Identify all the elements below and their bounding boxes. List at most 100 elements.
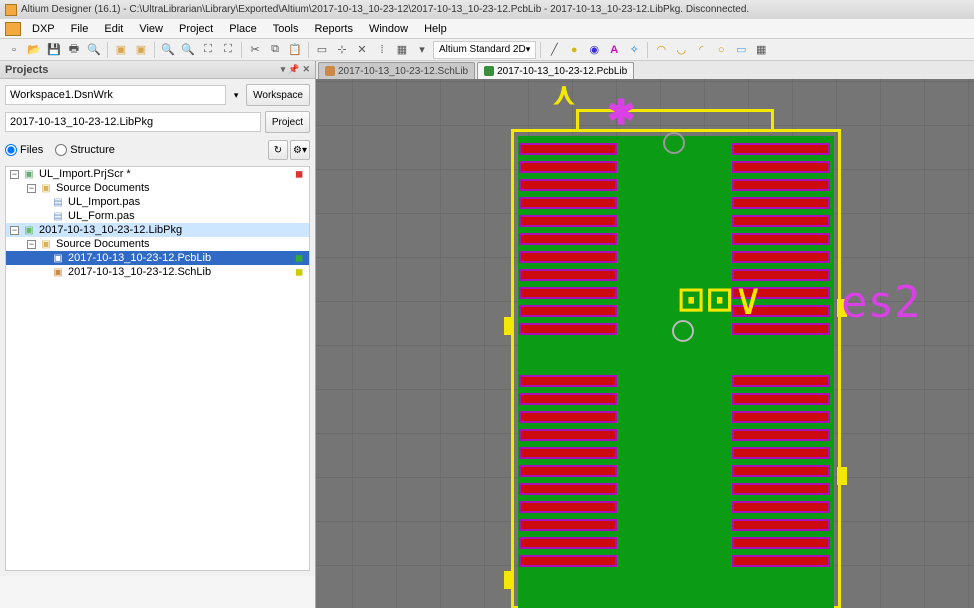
structure-radio[interactable]: Structure [55,144,115,156]
new-icon[interactable]: ▫ [5,41,23,59]
pad [519,197,617,209]
menu-file[interactable]: File [64,21,96,37]
menu-view[interactable]: View [132,21,170,37]
pad [519,447,617,459]
orientation-arc [663,132,685,154]
pad [519,393,617,405]
tree-file-node[interactable]: ▤ UL_Import.pas [6,195,309,209]
menu-project[interactable]: Project [172,21,220,37]
menu-reports[interactable]: Reports [307,21,360,37]
grid-icon[interactable]: ▦ [393,41,411,59]
array-icon[interactable]: ▦ [752,41,770,59]
refresh-icon[interactable]: ↻ [268,140,288,160]
toolbar: ▫ 📂 💾 🖶 🔍 ▣ ▣ 🔍 🔍 ⛶ ⛶ ✂ ⧉ 📋 ▭ ⊹ ✕ ⁞ ▦ ▾ … [0,39,974,61]
menu-place[interactable]: Place [222,21,264,37]
pcblib-icon [484,66,494,76]
tree-file-node[interactable]: ▤ UL_Form.pas [6,209,309,223]
dropdown-icon[interactable]: ▾ [413,41,431,59]
separator [308,42,309,58]
tree-project-node[interactable]: −▣ 2017-10-13_10-23-12.LibPkg [6,223,309,237]
zoom-fit-icon[interactable]: ⛶ [199,41,217,59]
pad [732,215,830,227]
tree-project-node[interactable]: −▣ UL_Import.PrjScr * ◼ [6,167,309,181]
pad [519,287,617,299]
menu-dxp[interactable]: DXP [25,21,62,37]
pad [519,305,617,317]
pad [519,161,617,173]
window-title: Altium Designer (16.1) - C:\UltraLibrari… [21,4,749,15]
pad [732,251,830,263]
project-tree[interactable]: −▣ UL_Import.PrjScr * ◼ −▣ Source Docume… [5,166,310,571]
print-icon[interactable]: 🖶 [65,41,83,59]
workspace-dropdown-icon[interactable]: ▾ [230,90,242,101]
mode3-icon[interactable]: ✕ [353,41,371,59]
arc2-icon[interactable]: ◡ [672,41,690,59]
tree-folder-node[interactable]: −▣ Source Documents [6,181,309,195]
config-icon[interactable]: ⚙▾ [290,140,310,160]
line-icon[interactable]: ╱ [545,41,563,59]
workspace-input[interactable] [5,85,226,105]
schlib-icon [325,66,335,76]
pad [732,197,830,209]
workspace-button[interactable]: Workspace [246,84,310,106]
arc3-icon[interactable]: ◜ [692,41,710,59]
pad [732,161,830,173]
panel-close-icon[interactable]: ✕ [302,64,310,75]
pad [732,233,830,245]
view-mode-label: Altium Standard 2D [439,44,526,55]
snap-icon[interactable]: ⁞ [373,41,391,59]
menu-window[interactable]: Window [362,21,415,37]
menubar: DXP File Edit View Project Place Tools R… [0,19,974,39]
project-button[interactable]: Project [265,111,310,133]
arc1-icon[interactable]: ◠ [652,41,670,59]
tree-folder-node[interactable]: −▣ Source Documents [6,237,309,251]
cut-icon[interactable]: ✂ [246,41,264,59]
outline-neck [576,109,774,129]
preview-icon[interactable]: 🔍 [85,41,103,59]
copy-icon[interactable]: ⧉ [266,41,284,59]
pad [519,269,617,281]
tab-label: 2017-10-13_10-23-12.PcbLib [497,66,627,77]
pad [519,375,617,387]
origin-marker: ✱ [607,93,636,133]
menu-help[interactable]: Help [417,21,454,37]
separator [647,42,648,58]
titlebar: Altium Designer (16.1) - C:\UltraLibrari… [0,0,974,19]
folder2-icon[interactable]: ▣ [132,41,150,59]
tree-file-node[interactable]: ▣ 2017-10-13_10-23-12.SchLib ◼ [6,265,309,279]
folder-icon[interactable]: ▣ [112,41,130,59]
pad [732,411,830,423]
mode2-icon[interactable]: ⊹ [333,41,351,59]
silk-designator: ⊡⊡∨ [678,274,763,325]
pad [519,233,617,245]
zoom-sel-icon[interactable]: ⛶ [219,41,237,59]
mode1-icon[interactable]: ▭ [313,41,331,59]
save-icon[interactable]: 💾 [45,41,63,59]
project-input[interactable] [5,112,261,132]
panel-dropdown-icon[interactable]: ▾ [281,64,286,75]
circle-icon[interactable]: ○ [712,41,730,59]
menu-edit[interactable]: Edit [97,21,130,37]
tree-file-node-selected[interactable]: ▣ 2017-10-13_10-23-12.PcbLib ◼ [6,251,309,265]
tab-pcblib[interactable]: 2017-10-13_10-23-12.PcbLib [477,62,634,79]
overlay-designator: es2 [841,277,920,328]
coord-icon[interactable]: ✧ [625,41,643,59]
separator [540,42,541,58]
text-icon[interactable]: A [605,41,623,59]
view-mode-combo[interactable]: Altium Standard 2D ▾ [433,41,536,59]
paste-icon[interactable]: 📋 [286,41,304,59]
pad [519,179,617,191]
rect-icon[interactable]: ▭ [732,41,750,59]
menu-tools[interactable]: Tools [266,21,306,37]
via-icon[interactable]: ◉ [585,41,603,59]
tab-schlib[interactable]: 2017-10-13_10-23-12.SchLib [318,62,475,79]
open-icon[interactable]: 📂 [25,41,43,59]
zoom-out-icon[interactable]: 🔍 [179,41,197,59]
pad-icon[interactable]: ● [565,41,583,59]
files-radio[interactable]: Files [5,144,43,156]
pcb-canvas[interactable]: ⋏ ✱ ⊡⊡∨ es2 [316,79,974,608]
panel-pin-icon[interactable]: 📌 [288,64,299,75]
zoom-in-icon[interactable]: 🔍 [159,41,177,59]
dxp-icon [5,22,21,36]
fiducial-pad [837,467,847,485]
